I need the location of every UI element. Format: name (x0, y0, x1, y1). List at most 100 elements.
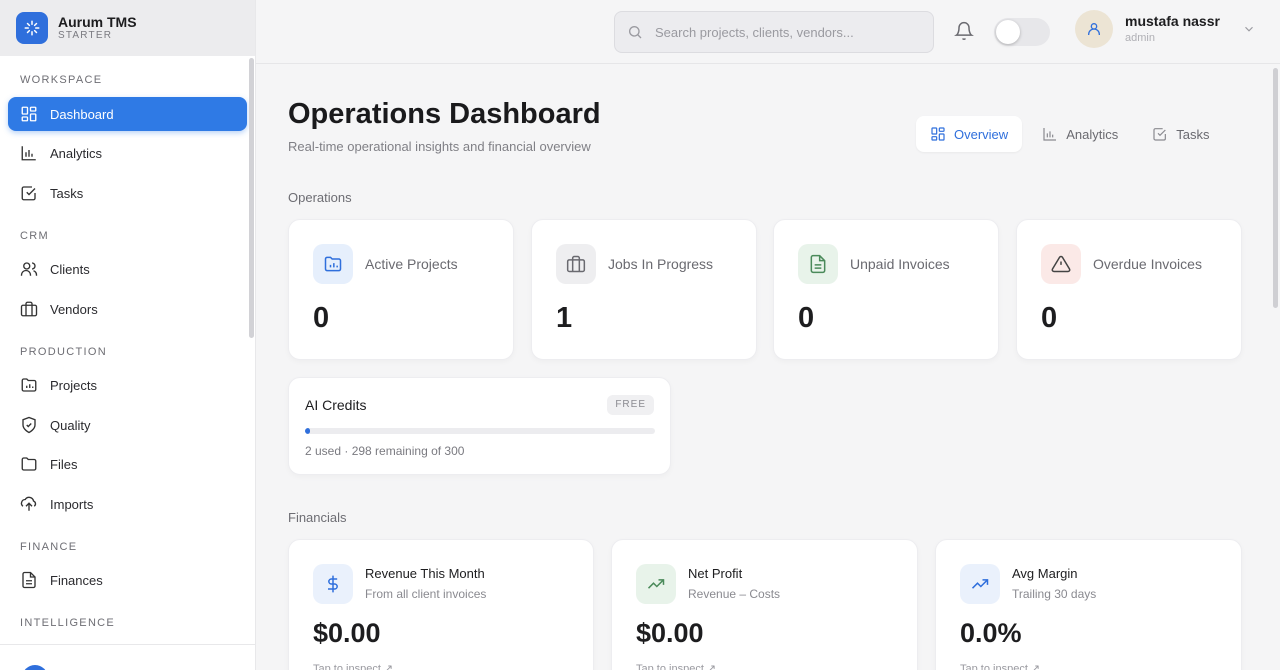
section-label-finance: FINANCE (20, 541, 78, 553)
user-name: mustafa nassr (1125, 13, 1220, 29)
toggle-knob (996, 20, 1020, 44)
user-role: admin (1125, 32, 1155, 44)
folder-icon (21, 457, 37, 471)
sidebar-item-imports[interactable]: Imports (8, 487, 247, 521)
sidebar-item-tasks[interactable]: Tasks (8, 176, 247, 210)
financial-value: 0.0% (960, 618, 1022, 648)
main-scrollbar[interactable] (1273, 68, 1278, 308)
credits-usage-text: 2 used · 298 remaining of 300 (305, 444, 465, 458)
credits-progress-fill (305, 428, 311, 434)
briefcase-icon (556, 244, 596, 284)
sidebar-item-files[interactable]: Files (8, 447, 247, 481)
view-tabs: Overview Analytics Tasks (916, 116, 1223, 152)
stat-value: 0 (313, 302, 330, 334)
sidebar-item-label: Tasks (50, 185, 84, 201)
section-label-production: PRODUCTION (20, 346, 107, 358)
sidebar-item-finances[interactable]: Finances (8, 563, 247, 597)
stat-label: Jobs In Progress (608, 256, 714, 272)
financial-value: $0.00 (636, 618, 704, 648)
section-label-intelligence: INTELLIGENCE (20, 617, 116, 629)
bell-icon (954, 21, 974, 41)
sidebar-footer (0, 644, 255, 670)
financial-card-net-profit[interactable]: Net Profit Revenue – Costs $0.00 Tap to … (611, 539, 918, 670)
user-icon (1088, 23, 1100, 35)
sidebar-item-label: Files (50, 456, 78, 472)
section-label-financials: Financials (288, 510, 347, 525)
folder-chart-icon (21, 378, 37, 392)
stat-value: 0 (798, 302, 815, 334)
financial-subtitle: From all client invoices (365, 587, 487, 601)
tab-label: Tasks (1176, 126, 1210, 142)
financial-card-revenue[interactable]: Revenue This Month From all client invoi… (288, 539, 594, 670)
stat-card-overdue-invoices[interactable]: Overdue Invoices 0 (1016, 219, 1242, 360)
financial-title: Avg Margin (1012, 566, 1078, 581)
sidebar-item-quality[interactable]: Quality (8, 408, 247, 442)
folder-chart-icon (313, 244, 353, 284)
sidebar-item-clients[interactable]: Clients (8, 252, 247, 286)
page-title: Operations Dashboard (288, 98, 601, 130)
sidebar-item-label: Finances (50, 572, 103, 588)
alert-triangle-icon (1041, 244, 1081, 284)
stat-value: 1 (556, 302, 573, 334)
ai-credits-title: AI Credits (305, 397, 367, 413)
inspect-link[interactable]: Tap to inspect ↗ (313, 662, 393, 670)
stat-card-active-projects[interactable]: Active Projects 0 (288, 219, 514, 360)
section-label-operations: Operations (288, 190, 352, 205)
sidebar-item-projects[interactable]: Projects (8, 368, 247, 402)
sidebar-item-label: Projects (50, 377, 97, 393)
inspect-link[interactable]: Tap to inspect ↗ (636, 662, 716, 670)
tab-label: Analytics (1066, 126, 1119, 142)
section-label-crm: CRM (20, 230, 49, 242)
tab-tasks[interactable]: Tasks (1138, 116, 1223, 152)
inspect-link[interactable]: Tap to inspect ↗ (960, 662, 1040, 670)
stat-card-jobs-in-progress[interactable]: Jobs In Progress 1 (531, 219, 757, 360)
sidebar-item-analytics[interactable]: Analytics (8, 136, 247, 170)
stat-label: Overdue Invoices (1093, 256, 1202, 272)
user-menu[interactable]: mustafa nassr admin (1075, 10, 1256, 48)
sidebar-item-dashboard[interactable]: Dashboard (8, 97, 247, 131)
financial-title: Net Profit (688, 566, 743, 581)
app-name: Aurum TMS (58, 14, 137, 30)
sidebar-item-vendors[interactable]: Vendors (8, 292, 247, 326)
chevron-down-icon (1245, 26, 1253, 32)
section-label-workspace: WORKSPACE (20, 74, 103, 86)
upload-cloud-icon (20, 496, 37, 511)
stat-card-unpaid-invoices[interactable]: Unpaid Invoices 0 (773, 219, 999, 360)
financial-value: $0.00 (313, 618, 381, 648)
ai-credits-card[interactable]: AI Credits FREE 2 used · 298 remaining o… (288, 377, 671, 475)
notifications-button[interactable] (954, 21, 974, 46)
sidebar-scrollbar[interactable] (249, 58, 254, 338)
checkbox-icon (1153, 128, 1167, 141)
checkbox-icon (21, 186, 36, 201)
financial-subtitle: Revenue – Costs (688, 587, 781, 601)
search-input[interactable] (655, 24, 915, 40)
tab-label: Overview (954, 126, 1009, 142)
sidebar-item-label: Dashboard (50, 106, 114, 122)
financial-card-avg-margin[interactable]: Avg Margin Trailing 30 days 0.0% Tap to … (935, 539, 1242, 670)
tab-analytics[interactable]: Analytics (1028, 116, 1132, 152)
tab-overview[interactable]: Overview (916, 116, 1023, 152)
users-icon (20, 262, 38, 276)
sidebar-item-label: Imports (50, 496, 94, 512)
invoice-icon (798, 244, 838, 284)
dollar-icon (313, 564, 353, 604)
footer-avatar[interactable] (22, 665, 48, 670)
brand[interactable]: Aurum TMS STARTER (0, 0, 255, 56)
search-box[interactable] (614, 11, 934, 53)
theme-toggle[interactable] (994, 18, 1050, 46)
bar-chart-icon (1043, 128, 1057, 141)
trending-up-icon (636, 564, 676, 604)
sidebar-item-label: Vendors (50, 301, 98, 317)
page-subtitle: Real-time operational insights and finan… (288, 139, 591, 154)
sparkle-logo-icon (16, 12, 48, 44)
shield-check-icon (22, 416, 36, 434)
credits-progress-bar (305, 428, 655, 434)
document-icon (22, 571, 36, 589)
plan-badge: FREE (607, 395, 654, 415)
stat-value: 0 (1041, 302, 1058, 334)
trending-up-icon (960, 564, 1000, 604)
dashboard-icon (21, 106, 37, 122)
search-icon (629, 26, 642, 39)
topbar: mustafa nassr admin (256, 0, 1280, 64)
briefcase-icon (20, 301, 38, 317)
